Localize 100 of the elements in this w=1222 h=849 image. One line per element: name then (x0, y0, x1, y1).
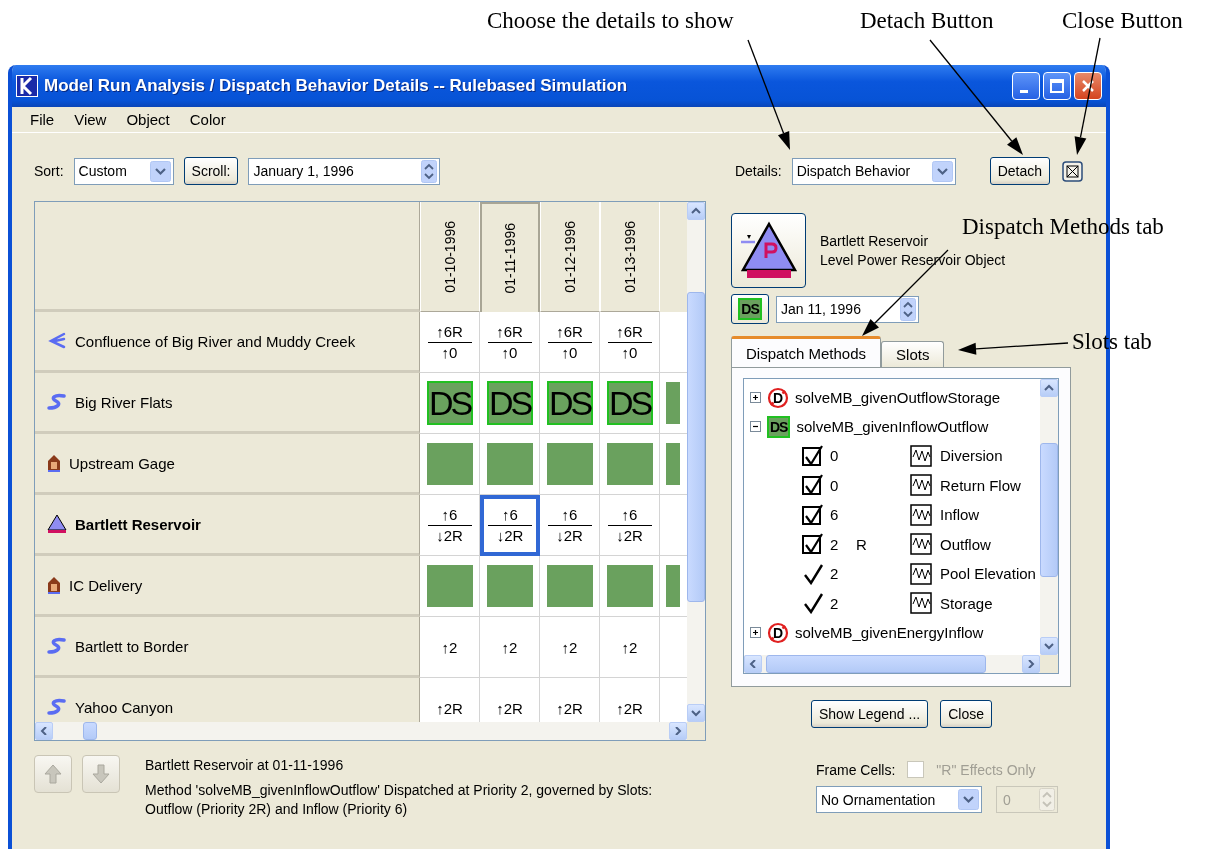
menu-item[interactable]: Object (116, 111, 180, 128)
column-header[interactable]: 01-12-1996 (540, 202, 600, 312)
row-header[interactable]: Upstream Gage (35, 434, 420, 495)
grid-cell[interactable]: ↑6R ↑0 (420, 312, 480, 373)
chevron-down-icon (1044, 642, 1054, 650)
slot-name[interactable]: Pool Elevation (940, 565, 1036, 583)
scrollbar-thumb[interactable] (1040, 443, 1058, 577)
row-header[interactable]: Yahoo Canyon (35, 678, 420, 722)
grid-cell[interactable] (420, 556, 480, 617)
maximize-button[interactable] (1043, 72, 1071, 100)
grid-cell[interactable]: ↑6R ↑0 (600, 312, 660, 373)
vertical-scrollbar[interactable] (1040, 379, 1058, 655)
row-header[interactable]: Bartlett Reservoir (35, 495, 420, 556)
collapse-icon[interactable] (750, 421, 761, 432)
sort-dropdown[interactable]: Custom (73, 157, 174, 185)
tree-node[interactable]: solveMB_givenOutflowStorage (795, 389, 1001, 406)
scroll-button[interactable]: Scroll: (183, 157, 239, 185)
grid-cell[interactable]: ↑6 ↓2R (480, 495, 540, 556)
object-date-spinner[interactable]: Jan 11, 1996 (776, 295, 919, 323)
grid-cell[interactable] (480, 434, 540, 495)
close-button[interactable] (1074, 72, 1102, 100)
slot-name[interactable]: Inflow (940, 506, 1034, 524)
date-spinner[interactable]: January 1, 1996 (248, 157, 441, 185)
reservoir-icon (47, 514, 67, 534)
cell-value: ↑2 (621, 638, 638, 656)
menu-item[interactable]: File (20, 111, 65, 128)
chevron-down-icon (691, 709, 701, 717)
row-header[interactable]: Big River Flats (35, 373, 420, 434)
slot-name[interactable]: Return Flow (940, 476, 1034, 494)
minimize-button[interactable] (1012, 72, 1040, 100)
grid-cell[interactable]: DS (540, 373, 600, 434)
scrollbar-thumb[interactable] (83, 722, 97, 740)
status-square (666, 382, 680, 424)
grid-cell[interactable]: DS (420, 373, 480, 434)
tree-node[interactable]: solveMB_givenEnergyInflow (795, 624, 984, 641)
chevron-right-icon (1026, 660, 1036, 668)
cell-top-value: ↑6R (556, 322, 583, 341)
menu-item[interactable]: View (64, 111, 117, 128)
row-header[interactable]: Confluence of Big River and Muddy Creek (35, 312, 420, 373)
time-series-icon (910, 592, 932, 615)
flag-value: R (856, 535, 867, 553)
expand-icon[interactable] (750, 392, 761, 403)
vertical-scrollbar[interactable] (687, 202, 705, 722)
object-icon-button[interactable] (731, 213, 806, 288)
slot-name[interactable]: Storage (940, 594, 1034, 612)
details-dropdown[interactable]: Dispatch Behavior (791, 157, 956, 185)
tab[interactable]: Slots (881, 341, 945, 367)
scrollbar-thumb[interactable] (766, 655, 986, 673)
window-title: Model Run Analysis / Dispatch Behavior Details -- Rulebased Simulation (44, 76, 628, 96)
grid-cell[interactable]: ↑6 ↓2R (420, 495, 480, 556)
gage-house-icon (47, 453, 61, 473)
grid-cell[interactable] (480, 556, 540, 617)
dispatch-status-button[interactable]: DS (731, 294, 769, 324)
grid-cell[interactable]: DS (480, 373, 540, 434)
grid-cell[interactable] (600, 434, 660, 495)
cell-value: ↑2R (436, 699, 463, 717)
column-header[interactable]: 01-10-1996 (420, 202, 480, 312)
grid-cell[interactable] (540, 434, 600, 495)
show-legend-button[interactable]: Show Legend ... (811, 700, 929, 728)
column-header[interactable]: 01-11-1996 (480, 202, 540, 312)
grid-cell[interactable]: ↑6R ↑0 (480, 312, 540, 373)
grid-cell[interactable] (540, 556, 600, 617)
scrollbar-thumb[interactable] (687, 292, 705, 602)
detach-button[interactable]: Detach (989, 157, 1050, 185)
menu-item[interactable]: Color (179, 111, 236, 128)
grid-cell[interactable]: ↑2 (600, 617, 660, 678)
scrollbar-corner (1040, 655, 1058, 673)
tree-node[interactable]: solveMB_givenInflowOutflow (796, 418, 989, 435)
slot-name[interactable]: Outflow (940, 535, 1034, 553)
grid-cell[interactable]: ↑6 ↓2R (540, 495, 600, 556)
grid-cell[interactable] (420, 434, 480, 495)
status-title: Bartlett Reservoir at 01-11-1996 (145, 757, 345, 773)
cell-top-value: ↑6 (561, 505, 578, 524)
confluence-icon (47, 332, 67, 350)
grid-cell[interactable]: ↑6R ↑0 (540, 312, 600, 373)
spinner-arrows-icon (1039, 788, 1055, 811)
expand-icon[interactable] (750, 627, 761, 638)
tab[interactable]: Dispatch Methods (731, 336, 882, 367)
horizontal-scrollbar[interactable] (744, 655, 1040, 673)
cell-bottom-value: ↓2R (556, 526, 583, 545)
time-series-icon (910, 474, 932, 497)
slot-name[interactable]: Diversion (940, 447, 1034, 465)
close-panel-button[interactable] (1062, 160, 1083, 182)
ornamentation-dropdown[interactable]: No Ornamentation (816, 786, 982, 813)
grid-cell[interactable]: DS (600, 373, 660, 434)
check-icon (802, 562, 824, 585)
close-dialog-button[interactable]: Close (940, 700, 992, 728)
row-header[interactable]: Bartlett to Border (35, 617, 420, 678)
row-header[interactable]: IC Delivery (35, 556, 420, 617)
grid-cell[interactable]: ↑2 (540, 617, 600, 678)
cell-bottom-value: ↓2R (616, 526, 643, 545)
annotation-label: Detach Button (860, 8, 994, 34)
grid-cell[interactable]: ↑6 ↓2R (600, 495, 660, 556)
cell-bottom-value: ↑0 (621, 343, 638, 362)
column-header[interactable]: 01-13-1996 (600, 202, 660, 312)
grid-cell[interactable]: ↑2 (480, 617, 540, 678)
status-square (486, 565, 533, 607)
grid-cell[interactable]: ↑2 (420, 617, 480, 678)
grid-cell[interactable] (600, 556, 660, 617)
horizontal-scrollbar[interactable] (35, 722, 687, 740)
